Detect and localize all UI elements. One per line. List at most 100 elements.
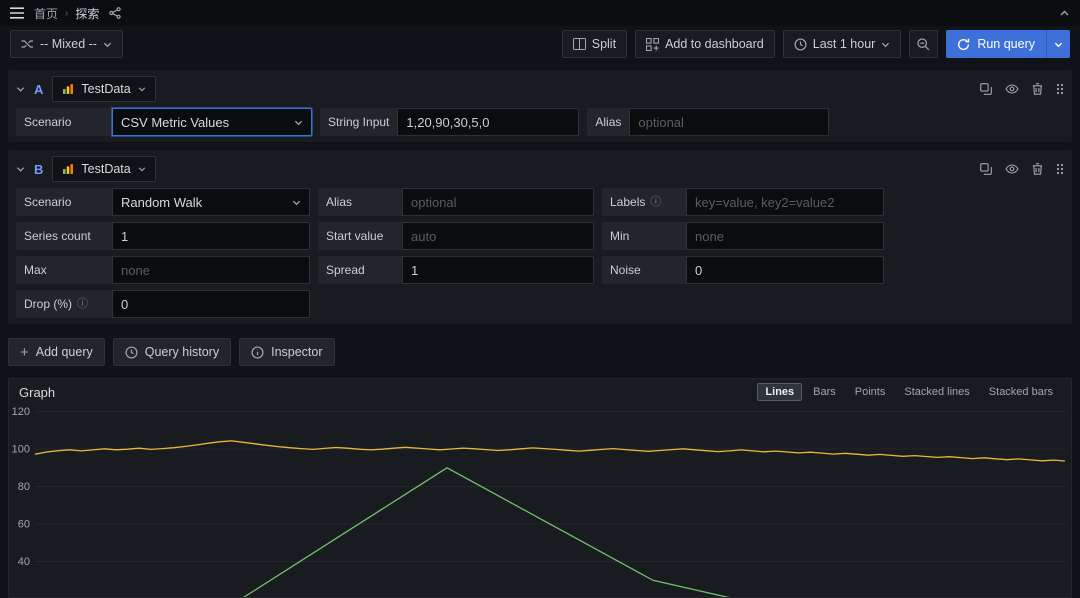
- panel-title: Graph: [19, 385, 55, 400]
- field-label-spread: Spread: [318, 256, 402, 284]
- breadcrumb-current[interactable]: 探索: [75, 5, 99, 22]
- collapse-query-a-icon[interactable]: [16, 85, 25, 94]
- query-ref-id: B: [34, 162, 43, 177]
- datasource-picker-label: -- Mixed --: [40, 37, 97, 51]
- add-dashboard-icon: [646, 38, 659, 51]
- split-icon: [573, 38, 586, 50]
- scenario-select-b[interactable]: Random Walk: [112, 188, 310, 216]
- chevron-down-icon: [292, 198, 301, 207]
- zoom-out-button[interactable]: [909, 30, 938, 58]
- query-history-button[interactable]: Query history: [113, 338, 231, 366]
- mode-stacked-lines[interactable]: Stacked lines: [896, 383, 977, 401]
- breadcrumb-home[interactable]: 首页: [34, 5, 58, 22]
- max-field[interactable]: [112, 256, 310, 284]
- field-label-drop: Drop (%) ⓘ: [16, 290, 112, 318]
- series-count-field[interactable]: [112, 222, 310, 250]
- scenario-select-a-value: CSV Metric Values: [121, 115, 229, 130]
- inspector-button[interactable]: Inspector: [239, 338, 334, 366]
- labels-field[interactable]: [686, 188, 884, 216]
- plus-icon: +: [20, 345, 29, 360]
- info-icon[interactable]: ⓘ: [650, 197, 661, 208]
- field-label-scenario: Scenario: [16, 188, 112, 216]
- remove-query-icon[interactable]: [1032, 83, 1043, 95]
- split-button[interactable]: Split: [562, 30, 627, 58]
- scenario-select-b-value: Random Walk: [121, 195, 202, 210]
- chevron-down-icon: [881, 40, 890, 49]
- string-input-field[interactable]: [397, 108, 579, 136]
- remove-query-icon[interactable]: [1032, 163, 1043, 175]
- chevron-down-icon: [138, 165, 146, 173]
- collapse-query-b-icon[interactable]: [16, 165, 25, 174]
- query-rows: A TestData: [0, 62, 1080, 324]
- add-query-label: Add query: [36, 345, 93, 359]
- duplicate-query-icon[interactable]: [980, 163, 992, 175]
- collapse-up-icon[interactable]: [1059, 9, 1070, 17]
- min-field[interactable]: [686, 222, 884, 250]
- chevron-down-icon: [294, 118, 303, 127]
- refresh-icon: [957, 38, 970, 51]
- clock-icon: [794, 38, 807, 51]
- query-history-label: Query history: [145, 345, 219, 359]
- graph-panel: Graph Lines Bars Points Stacked lines St…: [8, 378, 1072, 598]
- alias-field-a[interactable]: [629, 108, 829, 136]
- query-row-a: A TestData: [8, 70, 1072, 142]
- run-query-caret[interactable]: [1046, 30, 1070, 58]
- query-b-datasource-picker[interactable]: TestData: [52, 156, 155, 182]
- disable-query-icon[interactable]: [1005, 84, 1019, 94]
- time-range-picker[interactable]: Last 1 hour: [783, 30, 902, 58]
- noise-field[interactable]: [686, 256, 884, 284]
- add-to-dashboard-label: Add to dashboard: [665, 37, 764, 51]
- testdata-icon: [62, 83, 74, 95]
- graph-mode-switcher: Lines Bars Points Stacked lines Stacked …: [757, 383, 1061, 401]
- labels-label-text: Labels: [610, 195, 645, 209]
- run-query-button[interactable]: Run query: [946, 30, 1070, 58]
- explore-toolbar: -- Mixed -- Split Add to dashboard Last …: [0, 26, 1080, 62]
- start-value-field[interactable]: [402, 222, 594, 250]
- svg-text:60: 60: [18, 519, 30, 531]
- info-icon[interactable]: ⓘ: [77, 299, 88, 310]
- chevron-down-icon: [103, 40, 112, 49]
- history-icon: [125, 346, 138, 359]
- mixed-datasource-icon: [21, 39, 34, 49]
- alias-field-b[interactable]: [402, 188, 594, 216]
- field-label-labels: Labels ⓘ: [602, 188, 686, 216]
- query-a-datasource-label: TestData: [81, 82, 130, 96]
- mode-bars[interactable]: Bars: [805, 383, 844, 401]
- mode-points[interactable]: Points: [847, 383, 894, 401]
- field-label-scenario: Scenario: [16, 108, 112, 136]
- share-icon[interactable]: [109, 7, 121, 19]
- drag-handle-icon[interactable]: [1056, 83, 1064, 95]
- query-row-b: B TestData: [8, 150, 1072, 324]
- graph-canvas[interactable]: 120100806040: [9, 405, 1071, 598]
- duplicate-query-icon[interactable]: [980, 83, 992, 95]
- spread-field[interactable]: [402, 256, 594, 284]
- drop-percent-field[interactable]: [112, 290, 310, 318]
- drag-handle-icon[interactable]: [1056, 163, 1064, 175]
- testdata-icon: [62, 163, 74, 175]
- field-label-max: Max: [16, 256, 112, 284]
- chevron-down-icon: [138, 85, 146, 93]
- add-query-button[interactable]: + Add query: [8, 338, 105, 366]
- disable-query-icon[interactable]: [1005, 164, 1019, 174]
- field-label-series-count: Series count: [16, 222, 112, 250]
- zoom-out-icon: [917, 38, 930, 51]
- menu-icon[interactable]: [10, 7, 24, 19]
- query-a-datasource-picker[interactable]: TestData: [52, 76, 155, 102]
- scenario-select-a[interactable]: CSV Metric Values: [112, 108, 312, 136]
- add-to-dashboard-button[interactable]: Add to dashboard: [635, 30, 775, 58]
- mode-lines[interactable]: Lines: [757, 383, 802, 401]
- svg-text:120: 120: [12, 406, 30, 418]
- mode-stacked-bars[interactable]: Stacked bars: [981, 383, 1061, 401]
- svg-text:80: 80: [18, 481, 30, 493]
- datasource-picker[interactable]: -- Mixed --: [10, 30, 123, 58]
- field-label-min: Min: [602, 222, 686, 250]
- inspector-label: Inspector: [271, 345, 322, 359]
- split-label: Split: [592, 37, 616, 51]
- drop-label-text: Drop (%): [24, 297, 72, 311]
- svg-text:100: 100: [12, 444, 30, 456]
- top-nav: 首页 › 探索: [0, 0, 1080, 26]
- run-query-label: Run query: [977, 37, 1035, 51]
- query-ref-id: A: [34, 82, 43, 97]
- field-label-alias: Alias: [318, 188, 402, 216]
- time-range-label: Last 1 hour: [813, 37, 876, 51]
